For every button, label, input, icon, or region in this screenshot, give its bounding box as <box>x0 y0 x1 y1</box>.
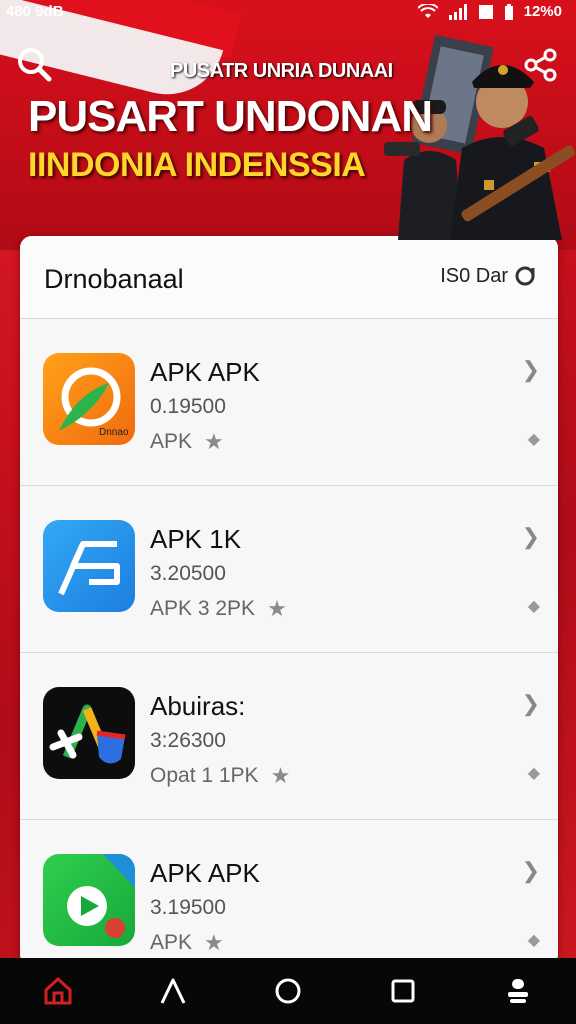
app-version: 3.20500 <box>150 562 226 585</box>
star-icon: ★ <box>267 596 287 621</box>
circle-home-icon <box>275 978 301 1004</box>
status-time: 480 9dB <box>6 3 64 20</box>
app-meta-label: APK <box>150 430 193 453</box>
app-meta-label: APK <box>150 931 193 954</box>
app-name: APK 1K <box>150 524 242 554</box>
star-icon: ★ <box>270 763 291 788</box>
person-icon <box>508 979 529 1003</box>
orange-circle-leaf-icon: Dnnao <box>43 353 135 445</box>
app-meta: Opat 1 1PK ★ <box>150 763 290 789</box>
banner-title: PUSART UNDONAN <box>28 92 433 141</box>
nav-profile[interactable] <box>498 971 538 1011</box>
diamond-icon[interactable]: ◆ <box>528 429 540 449</box>
app-meta-label: APK 3 2PK <box>150 597 256 620</box>
star-icon: ★ <box>204 930 224 955</box>
chevron-right-icon[interactable]: ❯ <box>522 691 540 717</box>
nav-home[interactable] <box>38 971 78 1011</box>
chevron-right-icon[interactable]: ❯ <box>522 357 540 383</box>
app-version: 3:26300 <box>150 729 226 752</box>
home-icon <box>44 977 72 1005</box>
app-name: APK APK <box>150 858 260 888</box>
app-name: APK APK <box>150 357 260 387</box>
battery-icon <box>504 3 513 20</box>
status-icons: 12%0 <box>417 3 562 20</box>
chevron-right-icon[interactable]: ❯ <box>522 524 540 550</box>
blue-line-icon <box>43 520 135 612</box>
star-icon: ★ <box>204 429 224 454</box>
filter-button[interactable]: IS0 Dar <box>440 264 536 288</box>
battery-text: 12%0 <box>523 3 562 20</box>
wifi-icon <box>417 3 438 18</box>
share-icon[interactable] <box>524 48 558 82</box>
list-item[interactable]: Abuiras: 3:26300 Opat 1 1PK ★ ❯ ◆ <box>20 653 558 820</box>
app-meta: APK ★ <box>150 429 224 455</box>
square-indicator-icon <box>478 4 493 19</box>
bottom-nav-bar <box>0 958 576 1024</box>
banner-subtitle: PUSATR UNRIA DUNAAI <box>170 60 393 82</box>
diamond-icon[interactable]: ◆ <box>528 596 540 616</box>
search-icon[interactable] <box>16 46 52 82</box>
app-icon-label: Dnnao <box>99 427 129 438</box>
app-version: 0.19500 <box>150 395 226 418</box>
status-bar: 480 9dB 12%0 <box>0 0 576 26</box>
filter-label: IS0 Dar <box>440 264 508 287</box>
list-item[interactable]: APK 1K 3.20500 APK 3 2PK ★ ❯ ◆ <box>20 486 558 653</box>
nav-recents[interactable] <box>383 971 423 1011</box>
nav-back[interactable] <box>153 971 193 1011</box>
hero-banner: 480 9dB 12%0 PUSATR UNRIA DUNAAI PUSART … <box>0 0 576 250</box>
square-recents-icon <box>391 979 415 1003</box>
app-version: 3.19500 <box>150 896 226 919</box>
list-item[interactable]: APK APK 3.19500 APK ★ ❯ ◆ <box>20 820 558 966</box>
app-meta-label: Opat 1 1PK <box>150 764 259 787</box>
green-play-icon <box>43 854 135 946</box>
triangle-back-icon <box>160 978 186 1004</box>
list-title: Drnobanaal <box>44 264 184 294</box>
list-item[interactable]: Dnnao APK APK 0.19500 APK ★ ❯ ◆ <box>20 319 558 486</box>
app-meta: APK 3 2PK ★ <box>150 596 287 622</box>
signal-icon <box>448 3 467 20</box>
app-list-card: Drnobanaal IS0 Dar Dnnao APK APK 0.19500… <box>20 236 558 966</box>
refresh-icon <box>515 266 535 286</box>
banner-title-line2: IINDONIA INDENSSIA <box>28 146 366 184</box>
list-header: Drnobanaal IS0 Dar <box>20 236 558 319</box>
diamond-icon[interactable]: ◆ <box>528 930 540 950</box>
chevron-right-icon[interactable]: ❯ <box>522 858 540 884</box>
diamond-icon[interactable]: ◆ <box>528 763 540 783</box>
dark-triangle-shield-icon <box>43 687 135 779</box>
app-name: Abuiras: <box>150 691 246 721</box>
app-meta: APK ★ <box>150 930 224 956</box>
nav-circle[interactable] <box>268 971 308 1011</box>
